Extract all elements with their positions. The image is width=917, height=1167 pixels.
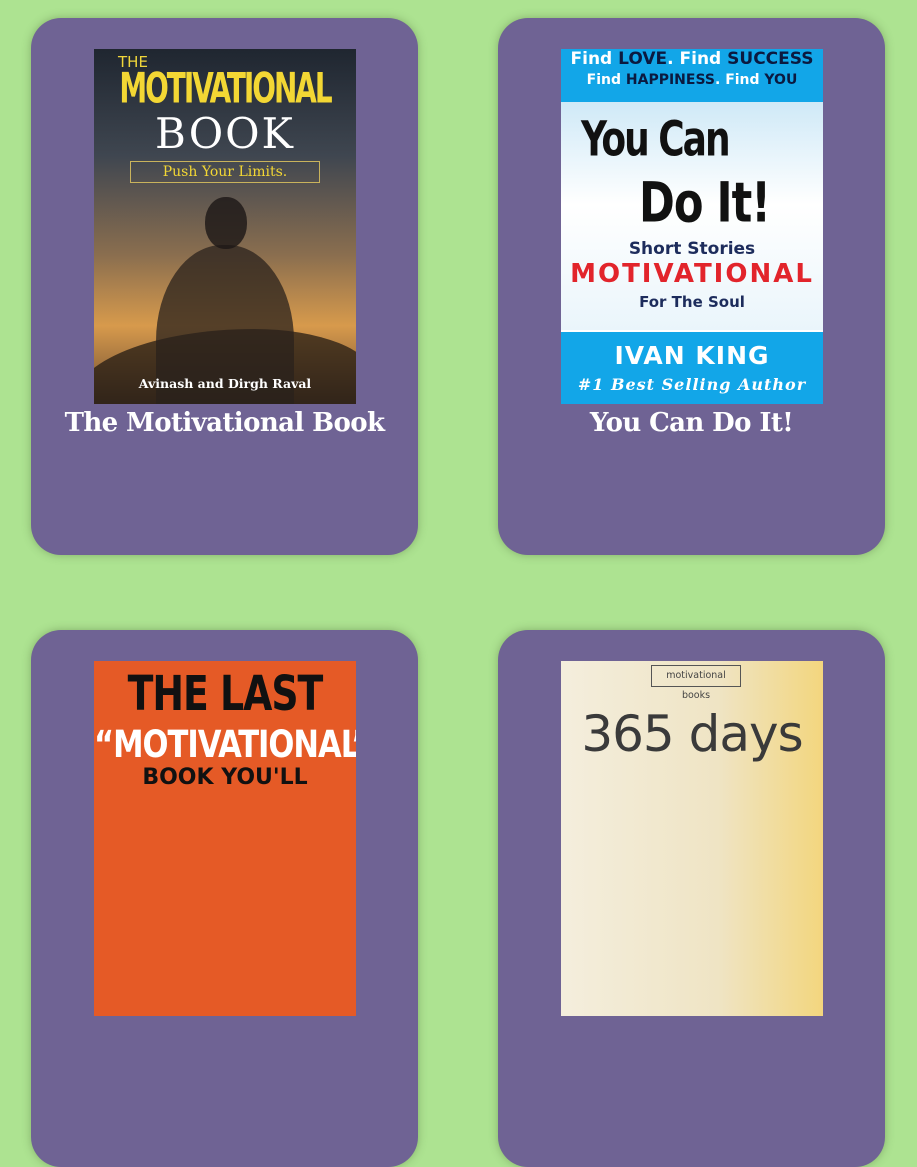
cover-text-tagline: Push Your Limits. [130, 161, 320, 183]
cover-text-tag: motivational books [651, 665, 741, 701]
cover-text-do-it: Do It! [639, 170, 771, 236]
cover-text-main: MOTIVATIONAL [119, 64, 332, 114]
book-card-you-can-do-it[interactable]: Find LOVE. Find SUCCESS Find HAPPINESS. … [498, 18, 885, 555]
cover-text-main: 365 days [581, 705, 803, 763]
cover-text-line2: “MOTIVATIONAL” [94, 723, 356, 767]
cover-text-motivational: MOTIVATIONAL [570, 259, 814, 289]
book-cover-image[interactable]: THE LAST “MOTIVATIONAL” BOOK YOU'LL [94, 661, 356, 1016]
cover-text-you-can: You Can [581, 112, 731, 168]
cover-text-book: BOOK [155, 109, 295, 158]
cover-text-badge: #1 Best Selling Author [577, 375, 807, 394]
cover-text-author: Avinash and Dirgh Raval [138, 376, 312, 391]
book-card-the-last-motivational-book[interactable]: THE LAST “MOTIVATIONAL” BOOK YOU'LL [31, 630, 418, 1167]
cover-text-short-stories: Short Stories [628, 239, 756, 259]
cover-silhouette-head [205, 197, 247, 249]
cover-text-line3: BOOK YOU'LL [142, 765, 308, 790]
cover-text-author: IVAN KING [614, 341, 770, 370]
cover-text-for-the-soul: For The Soul [639, 293, 745, 311]
cover-text-line1: THE LAST [127, 665, 324, 722]
book-cover-image[interactable]: Find LOVE. Find SUCCESS Find HAPPINESS. … [561, 49, 823, 404]
book-title[interactable]: You Can Do It! [498, 404, 885, 442]
book-card-the-motivational-book[interactable]: THE MOTIVATIONAL BOOK Push Your Limits. … [31, 18, 418, 555]
book-cover-image[interactable]: THE MOTIVATIONAL BOOK Push Your Limits. … [94, 49, 356, 404]
cover-text-line2: Find HAPPINESS. Find YOU [586, 72, 798, 88]
book-title[interactable]: The Motivational Book [31, 404, 418, 442]
book-card-365-days[interactable]: motivational books 365 days [498, 630, 885, 1167]
cover-text-line1: Find LOVE. Find SUCCESS [570, 49, 814, 69]
book-cover-image[interactable]: motivational books 365 days [561, 661, 823, 1016]
